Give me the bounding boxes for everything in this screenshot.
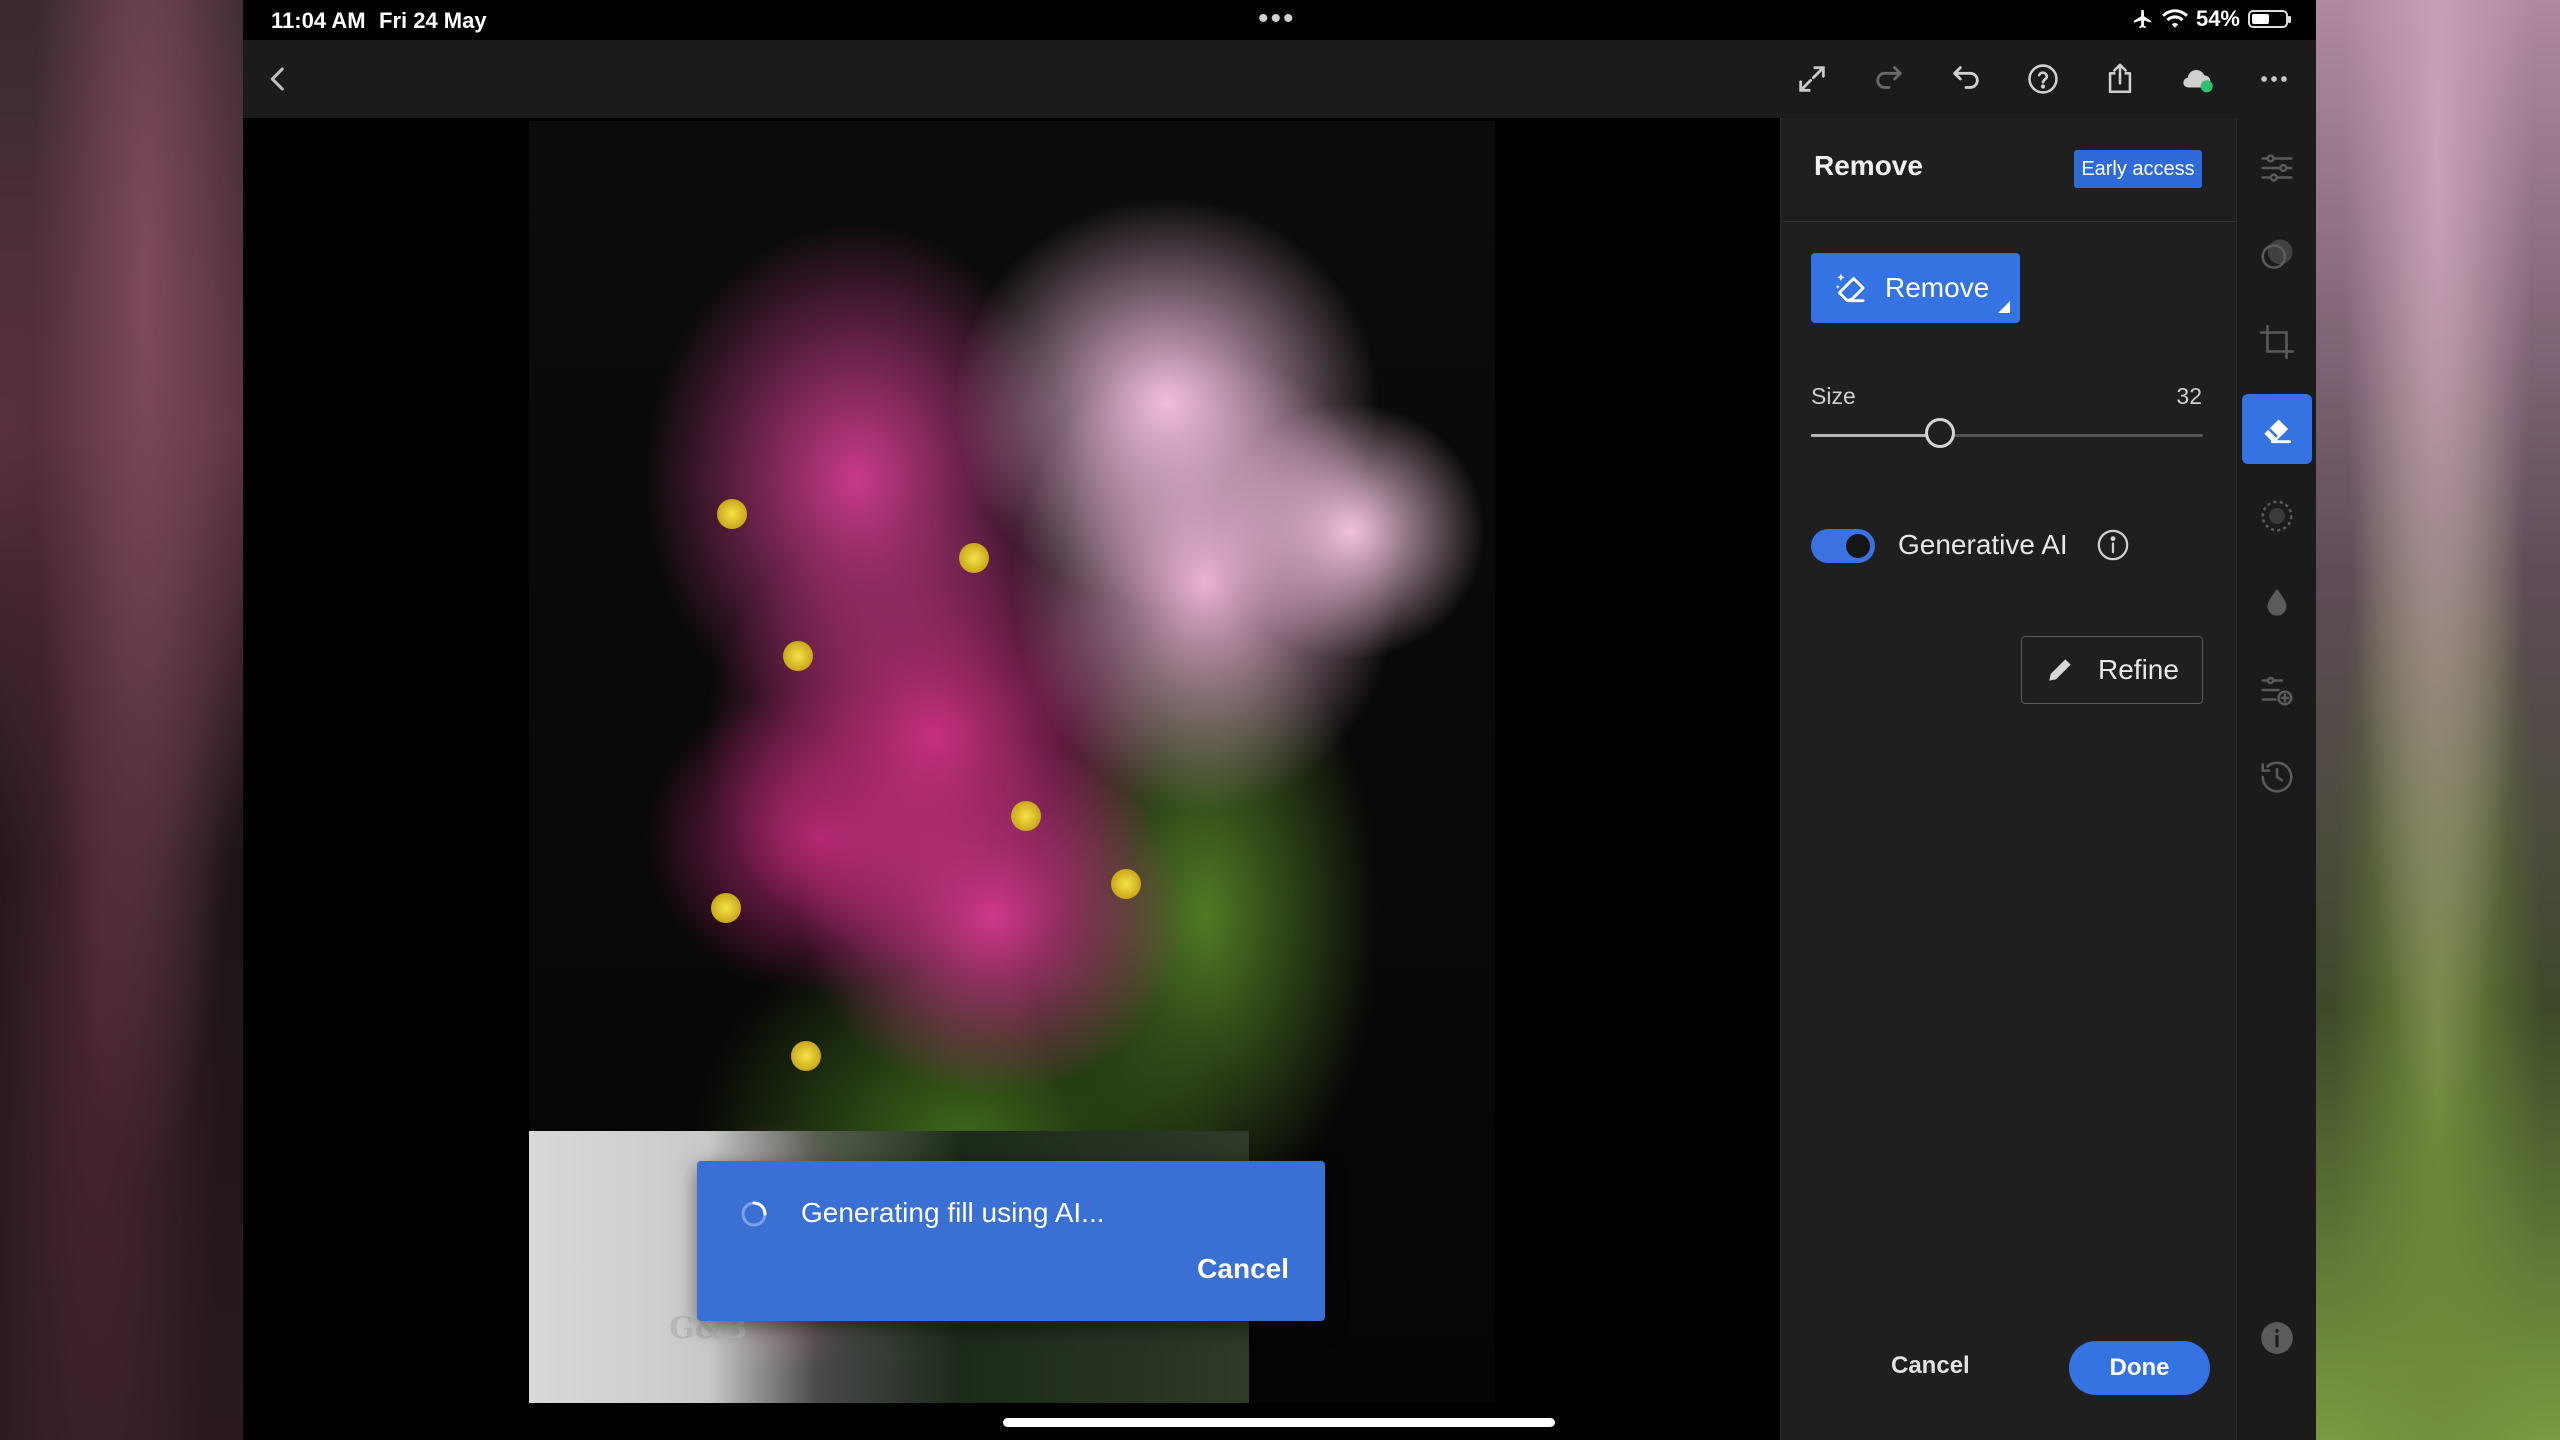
crop-icon[interactable]	[2242, 307, 2312, 377]
cloud-sync-icon[interactable]	[2172, 54, 2222, 104]
help-icon[interactable]	[2018, 54, 2068, 104]
undo-icon[interactable]	[1941, 54, 1991, 104]
panel-header: Remove Early access	[1781, 118, 2236, 222]
toggle-knob	[1846, 534, 1870, 558]
blurred-background-right	[2316, 0, 2560, 1440]
loading-spinner-icon	[741, 1201, 767, 1227]
size-slider-thumb[interactable]	[1925, 418, 1956, 448]
generative-ai-toggle[interactable]	[1811, 529, 1875, 563]
top-toolbar	[243, 40, 2316, 119]
size-value: 32	[2176, 383, 2202, 409]
ipad-screen: 11:04 AM Fri 24 May ••• 54% G&B Generati…	[243, 0, 2316, 1440]
remove-panel: Remove Early access Remove Size 32 Gener…	[1780, 118, 2236, 1440]
edit-sliders-icon[interactable]	[2242, 133, 2312, 203]
toast-cancel-button[interactable]: Cancel	[1197, 1253, 1289, 1285]
wifi-icon	[2161, 9, 2188, 28]
tool-rail	[2236, 118, 2316, 1440]
refine-button[interactable]: Refine	[2021, 636, 2203, 704]
share-icon[interactable]	[2095, 54, 2145, 104]
flower-center	[711, 893, 741, 923]
airplane-icon	[2133, 9, 2152, 29]
battery-icon	[2248, 10, 2291, 28]
dropdown-corner-icon	[1998, 301, 2010, 313]
masking-icon[interactable]	[2242, 220, 2312, 290]
remove-tool-button[interactable]: Remove	[1811, 253, 2020, 323]
early-access-badge: Early access	[2074, 150, 2202, 188]
size-slider[interactable]	[1811, 418, 2203, 448]
refine-label: Refine	[2098, 654, 2179, 685]
presets-icon[interactable]	[2242, 655, 2312, 725]
done-button[interactable]: Done	[2069, 1341, 2210, 1395]
healing-drop-icon[interactable]	[2242, 568, 2312, 638]
generating-fill-toast: Generating fill using AI... Cancel	[697, 1161, 1325, 1321]
status-date: Fri 24 May	[379, 8, 487, 33]
info-icon[interactable]	[2096, 528, 2130, 562]
cancel-button[interactable]: Cancel	[1891, 1352, 1970, 1380]
versions-icon[interactable]	[2242, 742, 2312, 812]
flower-center	[717, 499, 747, 529]
pencil-icon	[2049, 659, 2071, 681]
remove-tool-label: Remove	[1885, 272, 1990, 303]
status-bar: 11:04 AM Fri 24 May ••• 54%	[243, 0, 2316, 40]
fullscreen-icon[interactable]	[1787, 54, 1837, 104]
flower-center	[959, 543, 989, 573]
multitasking-dots-icon[interactable]: •••	[1258, 2, 1296, 36]
toast-message: Generating fill using AI...	[801, 1197, 1105, 1228]
blurred-background-left	[0, 0, 243, 1440]
flower-center	[791, 1041, 821, 1071]
battery-percent: 54%	[2195, 6, 2240, 31]
status-time: 11:04 AM	[271, 8, 366, 33]
generative-ai-label: Generative AI	[1898, 529, 2068, 560]
back-chevron-icon[interactable]	[253, 54, 303, 104]
photo-canvas[interactable]: G&B Generating fill using AI... Cancel	[243, 118, 1780, 1440]
blur-icon[interactable]	[2242, 481, 2312, 551]
home-indicator[interactable]	[1003, 1418, 1555, 1427]
panel-title: Remove	[1814, 150, 1923, 181]
redo-icon[interactable]	[1864, 54, 1914, 104]
size-slider-fill	[1811, 434, 1941, 437]
status-right: 54%	[2132, 6, 2291, 32]
flower-center	[1111, 869, 1141, 899]
remove-eraser-icon[interactable]	[2242, 394, 2312, 464]
magic-eraser-icon	[1835, 273, 1865, 303]
flower-center	[1011, 801, 1041, 831]
flower-center	[783, 641, 813, 671]
size-label: Size	[1811, 383, 1856, 409]
info-icon[interactable]	[2242, 1303, 2312, 1373]
more-icon[interactable]	[2249, 54, 2299, 104]
